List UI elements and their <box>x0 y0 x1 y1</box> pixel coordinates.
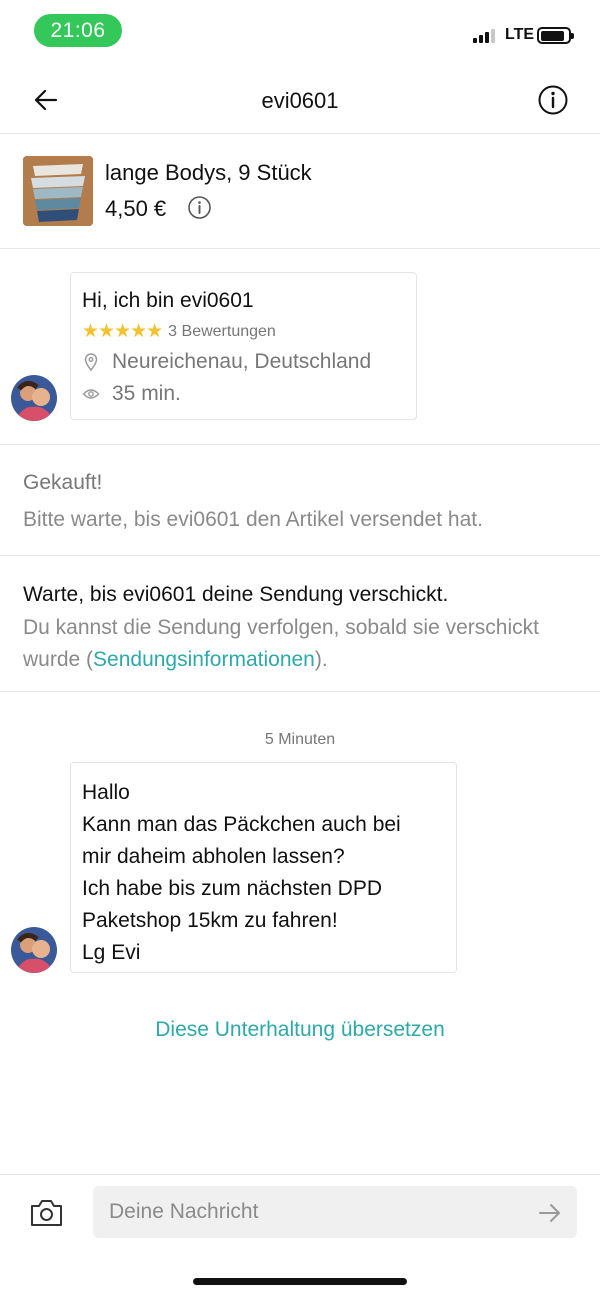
shipping-title: Warte, bis evi0601 deine Sendung verschi… <box>23 583 449 606</box>
battery-icon <box>537 27 574 44</box>
seller-profile-section: Hi, ich bin evi0601 ★★★★★ 3 Bewertungen … <box>0 249 600 445</box>
profile-rating: ★★★★★ 3 Bewertungen <box>82 320 276 343</box>
message-composer <box>0 1174 600 1252</box>
network-type: LTE <box>505 26 535 43</box>
shipping-text-after: ). <box>314 648 328 671</box>
price-info-icon[interactable] <box>187 195 212 220</box>
status-time: 21:06 <box>34 14 122 47</box>
item-price: 4,50 € <box>105 196 167 221</box>
message-line: Lg Evi <box>82 941 141 964</box>
item-summary[interactable]: lange Bodys, 9 Stück 4,50 € <box>0 134 600 249</box>
shipping-text: Du kannst die Sendung verfolgen, sobald … <box>23 612 583 676</box>
home-indicator <box>193 1278 407 1285</box>
item-thumbnail[interactable] <box>23 156 93 226</box>
nav-bar: evi0601 <box>0 62 600 134</box>
message-bubble[interactable]: Hallo Kann man das Päckchen auch bei mir… <box>70 762 457 973</box>
status-text: Bitte warte, bis evi0601 den Artikel ver… <box>23 508 483 531</box>
rating-stars: ★★★★★ <box>82 321 163 342</box>
signal-icon <box>473 29 495 43</box>
status-bar: 21:06 LTE <box>0 0 600 62</box>
message-line: mir daheim abholen lassen? <box>82 845 345 868</box>
avatar[interactable] <box>11 927 57 973</box>
message-timestamp: 5 Minuten <box>264 731 336 748</box>
message-line: Hallo <box>82 781 130 804</box>
eye-icon <box>82 389 100 399</box>
last-seen-text: 35 min. <box>112 382 181 405</box>
message-line: Ich habe bis zum nächsten DPD <box>82 877 382 900</box>
message-line: Paketshop 15km zu fahren! <box>82 909 338 932</box>
message-input[interactable] <box>93 1186 577 1238</box>
shipping-info: Warte, bis evi0601 deine Sendung verschi… <box>0 556 600 692</box>
translate-conversation-link[interactable]: Diese Unterhaltung übersetzen <box>0 1018 600 1042</box>
rating-count: 3 Bewertungen <box>168 322 276 340</box>
shipping-info-link[interactable]: Sendungsinformationen <box>93 648 315 671</box>
location-text: Neureichenau, Deutschland <box>112 350 372 373</box>
profile-last-seen: 35 min. <box>82 382 181 406</box>
status-title: Gekauft! <box>23 471 103 494</box>
item-title: lange Bodys, 9 Stück <box>105 160 312 185</box>
send-arrow-icon[interactable] <box>537 1200 563 1226</box>
avatar[interactable] <box>11 375 57 421</box>
message-line: Kann man das Päckchen auch bei <box>82 813 401 836</box>
camera-icon[interactable] <box>29 1198 64 1228</box>
profile-greeting: Hi, ich bin evi0601 <box>82 289 254 312</box>
profile-location: Neureichenau, Deutschland <box>82 350 371 374</box>
location-pin-icon <box>84 353 98 372</box>
info-icon[interactable] <box>537 84 569 116</box>
purchase-status: Gekauft! Bitte warte, bis evi0601 den Ar… <box>0 445 600 556</box>
page-title: evi0601 <box>261 88 339 113</box>
seller-profile-card[interactable]: Hi, ich bin evi0601 ★★★★★ 3 Bewertungen … <box>70 272 417 420</box>
